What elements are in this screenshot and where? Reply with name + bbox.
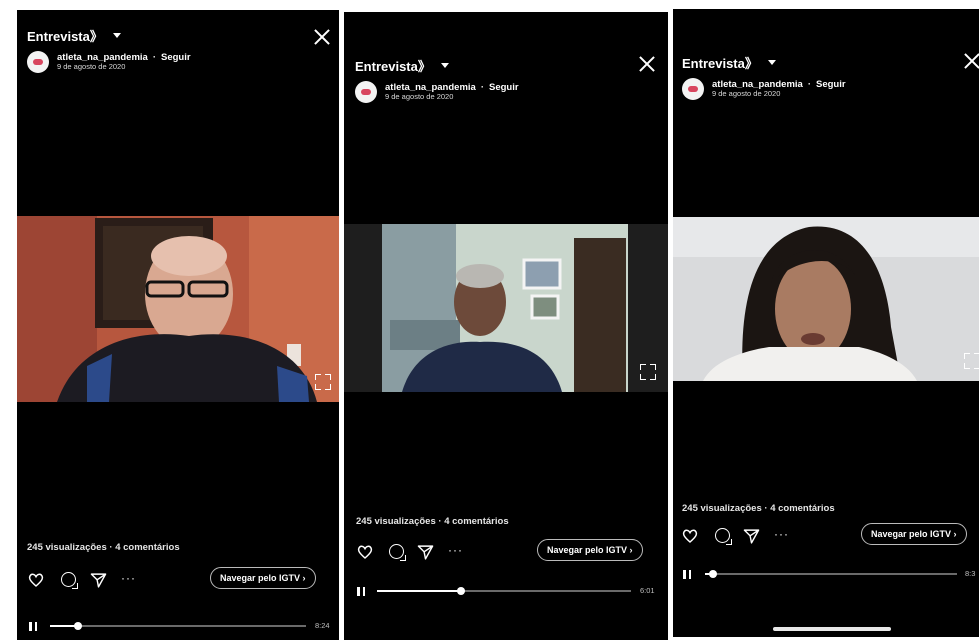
video-frame xyxy=(673,217,979,381)
progress-track[interactable] xyxy=(377,587,631,595)
views-comments[interactable]: 245 visualizações · 4 comentários xyxy=(27,542,180,553)
header: Entrevista》 atleta_na_pandemia · Seguir 9 … xyxy=(27,26,339,73)
igtv-screen-3: Entrevista》 atleta_na_pandemia · Seguir 9 … xyxy=(673,9,979,637)
action-bar: ··· Navegar pelo IGTV › xyxy=(344,539,668,566)
chevron-down-icon[interactable] xyxy=(767,60,776,65)
igtv-screen-2: Entrevista》 atleta_na_pandemia · Seguir 9 … xyxy=(344,12,668,640)
user-row: atleta_na_pandemia · Seguir 9 de agosto de… xyxy=(355,81,668,103)
avatar[interactable] xyxy=(355,81,377,103)
video-player[interactable] xyxy=(673,217,979,381)
views-comments[interactable]: 245 visualizações · 4 comentários xyxy=(682,503,835,514)
duration: 8:24 xyxy=(315,621,330,630)
progress-track[interactable] xyxy=(705,570,957,578)
fullscreen-icon[interactable] xyxy=(964,353,979,369)
heart-icon[interactable] xyxy=(27,570,47,590)
follow-button[interactable]: Seguir xyxy=(816,79,846,90)
pause-icon[interactable] xyxy=(29,622,37,631)
post-date: 9 de agosto de 2020 xyxy=(57,62,126,72)
header: Entrevista》 atleta_na_pandemia · Seguir 9 … xyxy=(355,56,668,103)
igtv-browse-button[interactable]: Navegar pelo IGTV › xyxy=(537,539,643,561)
igtv-screen-1: Entrevista》 atleta_na_pandemia · Seguir 9 … xyxy=(17,10,339,640)
video-frame xyxy=(344,224,668,392)
heart-icon[interactable] xyxy=(681,526,701,546)
video-title[interactable]: Entrevista》 xyxy=(682,53,979,72)
video-frame xyxy=(17,216,339,402)
chevron-down-icon[interactable] xyxy=(112,33,121,38)
pause-icon[interactable] xyxy=(357,587,365,596)
user-row: atleta_na_pandemia · Seguir 9 de agosto de… xyxy=(27,51,339,73)
playback-bar: 6:01 xyxy=(344,585,668,597)
title-text: Entrevista》 xyxy=(682,56,758,71)
header: Entrevista》 atleta_na_pandemia · Seguir 9 … xyxy=(682,53,979,100)
duration: 8:3 xyxy=(965,569,976,578)
progress-knob[interactable] xyxy=(708,570,717,578)
video-title[interactable]: Entrevista》 xyxy=(27,26,339,45)
progress-knob[interactable] xyxy=(456,587,465,595)
send-icon[interactable] xyxy=(742,526,762,546)
user-row: atleta_na_pandemia · Seguir 9 de agosto de… xyxy=(682,78,979,100)
playback-bar: 8:3 xyxy=(673,568,979,580)
close-icon[interactable] xyxy=(313,28,331,46)
home-indicator[interactable] xyxy=(773,627,891,631)
avatar[interactable] xyxy=(682,78,704,100)
comment-icon[interactable] xyxy=(387,542,407,562)
post-date: 9 de agosto de 2020 xyxy=(712,89,781,99)
send-icon[interactable] xyxy=(416,542,436,562)
igtv-browse-button[interactable]: Navegar pelo IGTV › xyxy=(210,567,316,589)
progress-track[interactable] xyxy=(50,622,306,630)
video-player[interactable] xyxy=(17,216,339,402)
pause-icon[interactable] xyxy=(683,570,691,579)
video-title[interactable]: Entrevista》 xyxy=(355,56,668,75)
chevron-down-icon[interactable] xyxy=(440,63,449,68)
heart-icon[interactable] xyxy=(356,542,376,562)
views-comments[interactable]: 245 visualizações · 4 comentários xyxy=(356,516,509,527)
action-bar: ··· Navegar pelo IGTV › xyxy=(673,523,979,550)
title-text: Entrevista》 xyxy=(355,59,431,74)
follow-button[interactable]: Seguir xyxy=(161,52,191,63)
follow-button[interactable]: Seguir xyxy=(489,82,519,93)
send-icon[interactable] xyxy=(89,570,109,590)
duration: 6:01 xyxy=(640,586,655,595)
close-icon[interactable] xyxy=(638,55,656,73)
close-icon[interactable] xyxy=(963,52,979,70)
avatar[interactable] xyxy=(27,51,49,73)
more-icon[interactable]: ··· xyxy=(774,527,789,541)
progress-fill xyxy=(377,590,461,592)
post-date: 9 de agosto de 2020 xyxy=(385,92,454,102)
title-text: Entrevista》 xyxy=(27,29,103,44)
video-player[interactable] xyxy=(344,224,668,392)
action-bar: ··· Navegar pelo IGTV › xyxy=(17,567,339,594)
more-icon[interactable]: ··· xyxy=(448,543,463,557)
progress-knob[interactable] xyxy=(74,622,83,630)
comment-icon[interactable] xyxy=(713,526,733,546)
igtv-browse-button[interactable]: Navegar pelo IGTV › xyxy=(861,523,967,545)
comment-icon[interactable] xyxy=(59,570,79,590)
fullscreen-icon[interactable] xyxy=(315,374,331,390)
more-icon[interactable]: ··· xyxy=(121,571,136,585)
fullscreen-icon[interactable] xyxy=(640,364,656,380)
playback-bar: 8:24 xyxy=(17,620,339,632)
